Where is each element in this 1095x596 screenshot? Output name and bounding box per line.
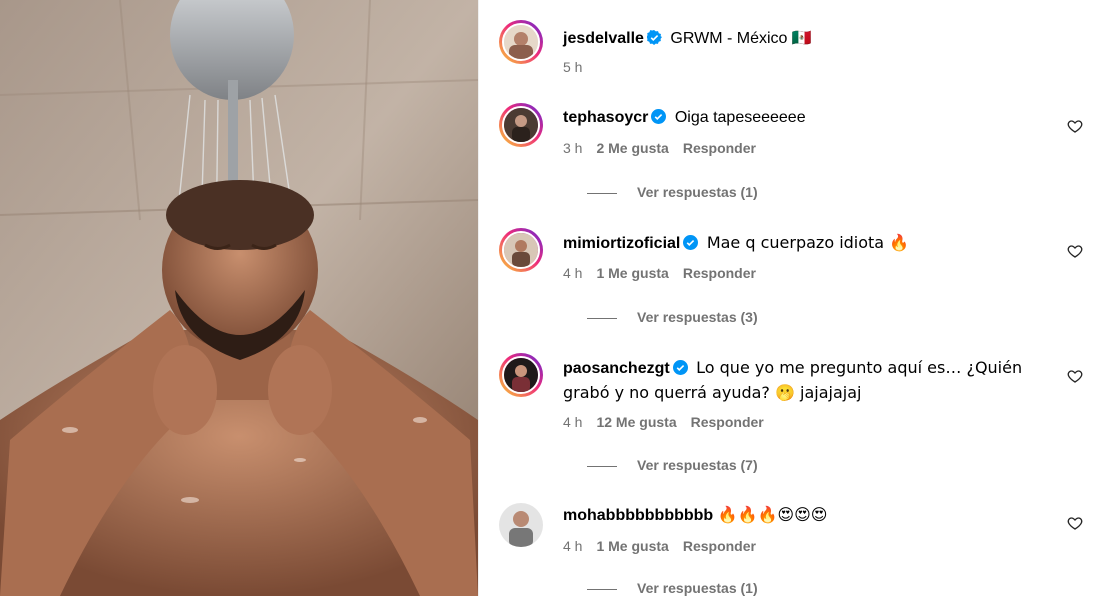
view-replies-button[interactable]: Ver respuestas (7) (587, 456, 758, 474)
comment-time[interactable]: 4 h (563, 414, 582, 430)
comment-item: paosanchezgt Lo que yo me pregunto aquí … (499, 353, 1083, 474)
avatar[interactable] (499, 228, 543, 272)
avatar-image (504, 108, 538, 142)
comment-body: Mae q cuerpazo idiota 🔥 (706, 233, 910, 252)
verified-badge-icon (672, 360, 688, 375)
comment-meta: 4 h 1 Me gusta Responder (563, 264, 756, 282)
view-replies-label: Ver respuestas (1) (637, 184, 758, 200)
verified-badge-icon (646, 30, 662, 45)
comment-meta: 4 h 12 Me gusta Responder (563, 413, 764, 431)
shower-photo (0, 0, 478, 596)
heart-outline-icon[interactable] (1067, 118, 1083, 134)
comment-item: tephasoycr Oiga tapeseeeeee 3 h 2 Me gust… (499, 103, 1083, 201)
post-author-username[interactable]: jesdelvalle (563, 30, 644, 47)
view-replies-label: Ver respuestas (1) (637, 580, 758, 596)
divider (587, 192, 617, 194)
reply-button[interactable]: Responder (691, 414, 764, 430)
comment-text: tephasoycr Oiga tapeseeeeee (563, 106, 1035, 130)
comment-text: paosanchezgt Lo que yo me pregunto aquí … (563, 356, 1035, 406)
comment-meta: 4 h 1 Me gusta Responder (563, 537, 756, 555)
reply-button[interactable]: Responder (683, 140, 756, 156)
comment-time[interactable]: 4 h (563, 538, 582, 554)
comment-time[interactable]: 4 h (563, 265, 582, 281)
caption-text: jesdelvalle GRWM - México 🇲🇽 (563, 27, 1035, 51)
comment-likes[interactable]: 1 Me gusta (596, 265, 668, 281)
avatar-image (504, 233, 538, 267)
divider (587, 465, 617, 467)
view-replies-button[interactable]: Ver respuestas (1) (587, 183, 758, 201)
avatar[interactable] (499, 20, 543, 64)
comment-time[interactable]: 3 h (563, 140, 582, 156)
avatar-image (499, 503, 543, 547)
post-media[interactable] (0, 0, 478, 596)
divider (587, 317, 617, 319)
comment-username[interactable]: mimiortizoficial (563, 235, 680, 252)
heart-outline-icon[interactable] (1067, 243, 1083, 259)
avatar-image (504, 358, 538, 392)
comments-panel: jesdelvalle GRWM - México 🇲🇽 5 h tephaso… (478, 0, 1095, 596)
comment-item: mohabbbbbbbbbbb 🔥🔥🔥😍😍😍 4 h 1 Me gusta Resp… (499, 503, 1083, 596)
heart-outline-icon[interactable] (1067, 368, 1083, 384)
comment-username[interactable]: mohabbbbbbbbbbb (563, 507, 713, 524)
avatar[interactable] (499, 503, 543, 547)
heart-outline-icon[interactable] (1067, 515, 1083, 531)
view-replies-label: Ver respuestas (7) (637, 457, 758, 473)
reply-button[interactable]: Responder (683, 265, 756, 281)
comment-username[interactable]: paosanchezgt (563, 360, 670, 377)
view-replies-label: Ver respuestas (3) (637, 309, 758, 325)
comment-username[interactable]: tephasoycr (563, 109, 648, 126)
verified-badge-icon (651, 109, 667, 124)
post-caption: jesdelvalle GRWM - México 🇲🇽 5 h (499, 20, 1075, 80)
comment-item: mimiortizoficial Mae q cuerpazo idiota 🔥… (499, 228, 1083, 326)
comment-likes[interactable]: 2 Me gusta (596, 140, 668, 156)
comment-text: mimiortizoficial Mae q cuerpazo idiota 🔥 (563, 231, 1035, 256)
comment-meta: 3 h 2 Me gusta Responder (563, 139, 756, 157)
verified-badge-icon (683, 235, 699, 250)
caption-body: GRWM - México 🇲🇽 (670, 30, 812, 47)
view-replies-button[interactable]: Ver respuestas (1) (587, 579, 758, 596)
comment-body: 🔥🔥🔥😍😍😍 (717, 505, 828, 524)
reply-button[interactable]: Responder (683, 538, 756, 554)
view-replies-button[interactable]: Ver respuestas (3) (587, 308, 758, 326)
caption-meta: 5 h (563, 58, 582, 76)
comment-likes[interactable]: 1 Me gusta (596, 538, 668, 554)
caption-time[interactable]: 5 h (563, 59, 582, 75)
comment-likes[interactable]: 12 Me gusta (596, 414, 676, 430)
avatar[interactable] (499, 103, 543, 147)
comment-body: Oiga tapeseeeeee (674, 109, 806, 126)
divider (587, 588, 617, 590)
avatar-image (504, 25, 538, 59)
comment-text: mohabbbbbbbbbbb 🔥🔥🔥😍😍😍 (563, 503, 1035, 528)
avatar[interactable] (499, 353, 543, 397)
